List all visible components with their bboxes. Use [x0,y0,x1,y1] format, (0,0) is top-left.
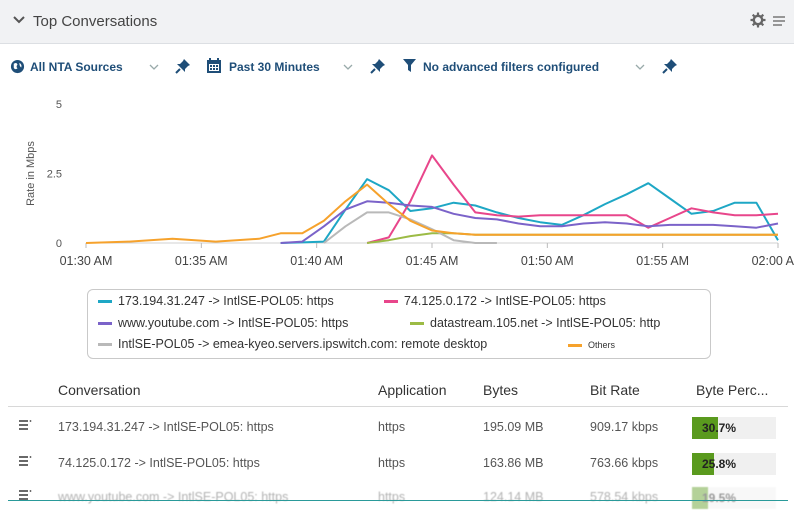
conversation-cell[interactable]: www.youtube.com -> IntlSE-POL05: https [58,490,288,504]
legend-item[interactable]: www.youtube.com -> IntlSE-POL05: https [98,316,348,330]
panel-header: Top Conversations [0,0,794,44]
legend-label: Others [588,340,616,350]
time-filter[interactable]: Past 30 Minutes [229,60,320,74]
legend-item[interactable]: Others [568,340,615,350]
application-cell: https [378,456,406,470]
legend-item[interactable]: IntlSE-POL05 -> emea-kyeo.servers.ipswit… [98,337,487,351]
x-tick-label: 01:55 AM [636,254,689,268]
column-header-bit-rate[interactable]: Bit Rate [590,382,640,398]
x-tick-label: 01:40 AM [290,254,343,268]
bit-rate-cell: 763.66 kbps [590,456,659,470]
gear-icon[interactable] [750,12,766,28]
panel-title: Top Conversations [33,13,158,30]
pin-icon[interactable] [370,58,386,74]
conversations-table: Conversation Application Bytes Bit Rate … [0,372,794,509]
conversation-cell[interactable]: 173.194.31.247 -> IntlSE-POL05: https [58,420,274,434]
header-divider [8,406,788,407]
legend-item[interactable]: 173.194.31.247 -> IntlSE-POL05: https [98,294,334,308]
column-header-conversation[interactable]: Conversation [58,382,141,398]
table-row[interactable]: www.youtube.com -> IntlSE-POL05: https h… [0,480,794,516]
chart-legend: 173.194.31.247 -> IntlSE-POL05: https 74… [87,289,711,359]
bytes-cell: 195.09 MB [483,420,544,434]
x-tick-label: 02:00 AM [752,254,794,268]
column-header-byte-percent[interactable]: Byte Perc... [696,382,768,398]
top-conversations-panel: Top Conversations All NTA Sources Past 3… [0,0,794,509]
globe-icon [10,59,25,74]
x-tick-label: 01:50 AM [521,254,574,268]
source-filter[interactable]: All NTA Sources [30,60,123,74]
legend-label: 173.194.31.247 -> IntlSE-POL05: https [118,294,334,308]
byte-percent-bar: 25.8% [692,453,776,475]
series-line-3 [280,200,779,244]
row-menu-icon[interactable] [18,455,32,467]
bit-rate-cell: 909.17 kbps [590,420,659,434]
y-axis-label: Rate in Mbps [25,141,37,206]
column-header-bytes[interactable]: Bytes [483,382,518,398]
legend-swatch [384,300,398,304]
legend-swatch [568,344,582,348]
pin-icon[interactable] [175,58,191,74]
bytes-cell: 124.14 MB [483,490,544,504]
x-tick-label: 01:35 AM [175,254,228,268]
table-row[interactable]: 173.194.31.247 -> IntlSE-POL05: https ht… [0,410,794,446]
application-cell: https [378,490,406,504]
legend-swatch [410,322,424,326]
chevron-down-icon[interactable] [12,13,26,27]
rate-chart: Rate in Mbps 0 2.5 5 01:30 AM 01:35 AM 01:40 A… [25,99,794,268]
legend-label: IntlSE-POL05 -> emea-kyeo.servers.ipswit… [118,337,488,351]
bit-rate-cell: 578.54 kbps [590,490,659,504]
y-tick-label: 0 [56,238,62,250]
column-header-application[interactable]: Application [378,382,447,398]
y-tick-label: 2.5 [47,169,62,181]
filter-icon [403,59,416,72]
legend-swatch [98,343,112,347]
legend-swatch [98,322,112,326]
menu-icon[interactable] [772,14,786,28]
legend-swatch [98,300,112,304]
advanced-filter[interactable]: No advanced filters configured [423,60,599,74]
bytes-cell: 163.86 MB [483,456,544,470]
chevron-down-icon[interactable] [343,63,353,71]
panel-bottom-border [8,500,788,501]
percent-label: 19.5% [702,491,737,505]
x-tick-label: 01:30 AM [60,254,113,268]
x-tick-label: 01:45 AM [406,254,459,268]
pin-icon[interactable] [662,58,678,74]
percent-label: 25.8% [702,457,737,471]
calendar-icon [207,58,221,73]
application-cell: https [378,420,406,434]
chevron-down-icon[interactable] [635,63,645,71]
legend-item[interactable]: datastream.105.net -> IntlSE-POL05: http [410,316,660,330]
table-row[interactable]: 74.125.0.172 -> IntlSE-POL05: https http… [0,446,794,482]
legend-label: 74.125.0.172 -> IntlSE-POL05: https [404,294,606,308]
legend-label: www.youtube.com -> IntlSE-POL05: https [118,316,349,330]
row-partial-content: www.youtube.com -> IntlSE-POL05: https h… [0,480,794,516]
percent-label: 30.7% [702,421,737,435]
legend-label: datastream.105.net -> IntlSE-POL05: http [430,316,661,330]
byte-percent-bar: 30.7% [692,417,776,439]
legend-item[interactable]: 74.125.0.172 -> IntlSE-POL05: https [384,294,606,308]
filter-bar: All NTA Sources Past 30 Minutes No advan… [0,52,794,82]
y-tick-label: 5 [56,99,62,111]
chevron-down-icon[interactable] [149,63,159,71]
conversation-cell[interactable]: 74.125.0.172 -> IntlSE-POL05: https [58,456,260,470]
row-menu-icon[interactable] [18,419,32,431]
